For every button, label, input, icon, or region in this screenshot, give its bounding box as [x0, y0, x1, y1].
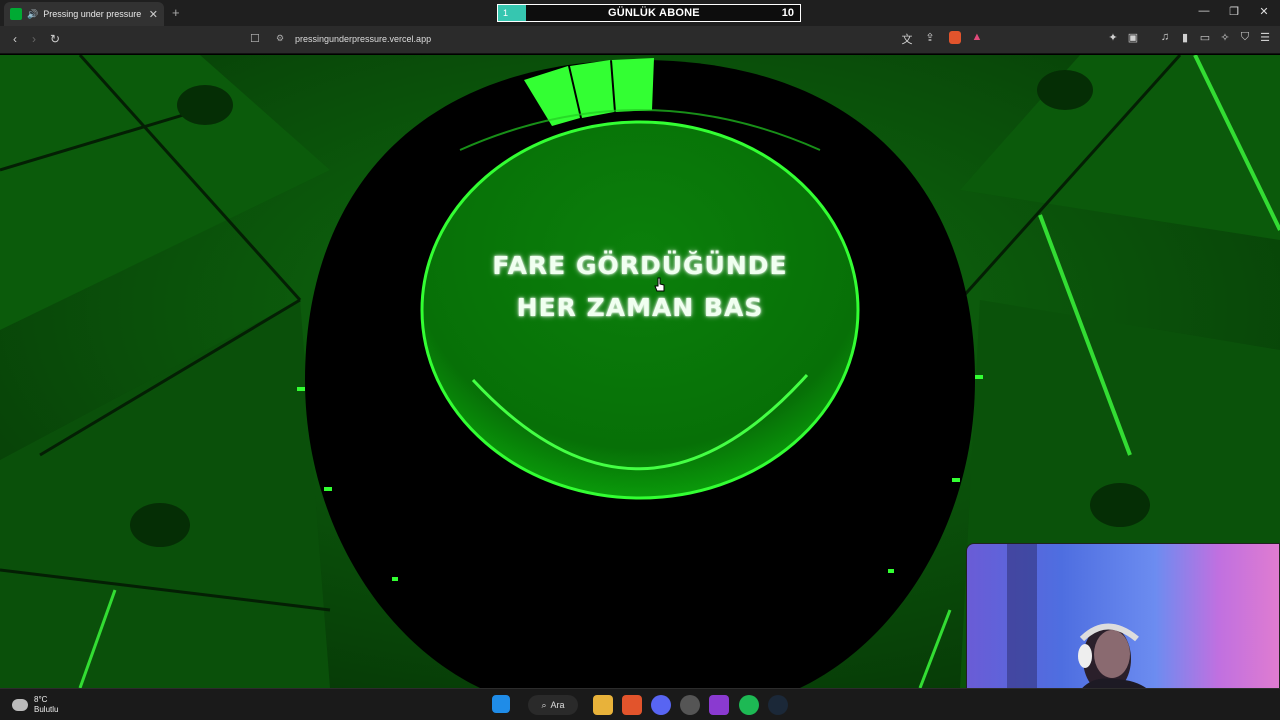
windows-start-icon[interactable] [492, 695, 510, 713]
browser-tab-bar: 🔊 Pressing under pressure ✕ + 1 GÜNLÜK A… [0, 0, 1280, 26]
windows-taskbar: 8°C Bulutlu ⌕ Ara [0, 688, 1280, 720]
subscriber-goal-progress: 1 [498, 5, 526, 21]
app-icon[interactable] [680, 695, 700, 715]
weather-desc: Bulutlu [34, 705, 59, 714]
browser-tab[interactable]: 🔊 Pressing under pressure ✕ [4, 2, 164, 26]
obs-icon[interactable] [709, 695, 729, 715]
forward-icon[interactable]: › [26, 32, 42, 46]
new-tab-button[interactable]: + [172, 5, 180, 20]
sidebar-icon[interactable]: ▮ [1178, 31, 1192, 44]
brave-browser-icon[interactable] [622, 695, 642, 715]
menu-icon[interactable]: ☰ [1258, 31, 1272, 44]
search-label: Ara [550, 700, 565, 710]
reload-icon[interactable]: ↻ [47, 32, 63, 46]
bolt [1090, 483, 1150, 527]
bookmark-icon[interactable]: ☐ [250, 32, 260, 45]
site-info-icon[interactable]: ⚙ [276, 33, 284, 44]
media-icon[interactable]: ♫ [1158, 31, 1172, 43]
hand-cursor-icon [654, 277, 665, 292]
tab-title: Pressing under pressure [43, 9, 142, 19]
translate-icon[interactable]: 文 [900, 31, 914, 47]
bolt [130, 503, 190, 547]
pressure-segment-3 [612, 58, 654, 112]
bolt [177, 85, 233, 125]
address-bar[interactable]: ☐ ⚙ pressingunderpressure.vercel.app [246, 30, 986, 50]
file-explorer-icon[interactable] [593, 695, 613, 715]
screen: 🔊 Pressing under pressure ✕ + 1 GÜNLÜK A… [0, 0, 1280, 720]
back-icon[interactable]: ‹ [7, 32, 23, 46]
wallet-icon[interactable]: ▭ [1198, 31, 1212, 44]
bolt [1037, 70, 1093, 110]
taskbar-search[interactable]: ⌕ Ara [528, 695, 578, 715]
close-window-icon[interactable]: ✕ [1254, 5, 1274, 18]
search-icon: ⌕ [541, 699, 547, 710]
leo-ai-icon[interactable]: ✧ [1218, 31, 1232, 44]
restore-icon[interactable]: ❐ [1224, 5, 1244, 18]
brave-shields-icon[interactable] [949, 31, 961, 44]
subscriber-goal-label: GÜNLÜK ABONE [607, 7, 700, 19]
discord-icon[interactable] [651, 695, 671, 715]
steam-icon[interactable] [768, 695, 788, 715]
instruction-line-2: HER ZAMAN BAS [516, 293, 764, 322]
site-favicon-icon [10, 8, 22, 20]
weather-temp: 8°C [34, 695, 48, 704]
browser-nav-bar: ‹ › ↻ ☐ ⚙ pressingunderpressure.vercel.a… [0, 26, 1280, 54]
vpn-icon[interactable]: ⛉ [1238, 31, 1252, 44]
subscriber-goal-widget: 1 GÜNLÜK ABONE 10 [497, 4, 801, 22]
share-icon[interactable]: ⇪ [923, 31, 937, 44]
extensions-icon[interactable]: ✦ [1106, 31, 1120, 44]
minimize-icon[interactable]: — [1194, 5, 1214, 17]
brave-rewards-icon[interactable]: ▲ [970, 31, 984, 43]
subscriber-goal-target: 10 [781, 7, 794, 19]
instruction-line-1: FARE GÖRDÜĞÜNDE [492, 251, 788, 280]
close-tab-icon[interactable]: ✕ [149, 8, 158, 21]
speaker-icon[interactable]: 🔊 [27, 9, 38, 20]
screenshot-icon[interactable]: ▣ [1126, 31, 1140, 44]
url-text[interactable]: pressingunderpressure.vercel.app [295, 34, 431, 44]
cloud-icon [12, 699, 28, 711]
spotify-icon[interactable] [739, 695, 759, 715]
weather-widget[interactable]: 8°C Bulutlu [12, 695, 58, 715]
